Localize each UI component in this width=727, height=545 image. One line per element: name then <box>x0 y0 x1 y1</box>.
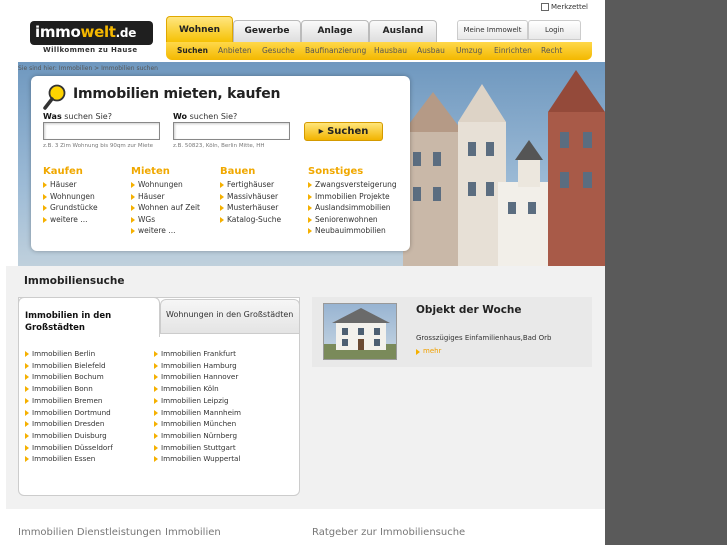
list-item[interactable]: Wohnungen <box>131 179 200 191</box>
login-button[interactable]: Login <box>528 20 581 40</box>
tab-wohnen[interactable]: Wohnen <box>166 16 233 43</box>
subnav-baufinanzierung[interactable]: Baufinanzierung <box>305 46 366 55</box>
city-link[interactable]: Immobilien Bonn <box>25 383 113 395</box>
tab-anlage[interactable]: Anlage <box>301 20 369 43</box>
city-link[interactable]: Immobilien Bochum <box>25 371 113 383</box>
column-mieten: Mieten Wohnungen Häuser Wohnen auf Zeit … <box>131 166 200 237</box>
city-link[interactable]: Immobilien Duisburg <box>25 430 113 442</box>
list-item[interactable]: Auslandsimmobilien <box>308 202 397 214</box>
list-item[interactable]: WGs <box>131 214 200 226</box>
tab-gewerbe[interactable]: Gewerbe <box>233 20 301 43</box>
city-link[interactable]: Immobilien Dresden <box>25 418 113 430</box>
merkzettel-link[interactable]: Merkzettel <box>541 3 588 11</box>
list-item[interactable]: Katalog-Suche <box>220 214 281 226</box>
column-kaufen: Kaufen Häuser Wohnungen Grundstücke weit… <box>43 166 98 225</box>
objekt-description[interactable]: Grosszügiges Einfamilienhaus,Bad Orb <box>416 334 551 342</box>
wo-hint: z.B. 50823, Köln, Berlin Mitte, HH <box>173 143 265 149</box>
objekt-more-link[interactable]: mehr <box>416 347 441 355</box>
list-item[interactable]: Immobilien Projekte <box>308 191 397 203</box>
list-item[interactable]: Grundstücke <box>43 202 98 214</box>
immowelt-logo[interactable]: immowelt.de <box>30 21 153 45</box>
list-item[interactable]: weitere ... <box>131 225 200 237</box>
merkzettel-label: Merkzettel <box>551 3 588 11</box>
main-navigation: Wohnen Gewerbe Anlage Ausland Meine Immo… <box>166 16 592 60</box>
sub-navigation: Suchen Anbieten Gesuche Baufinanzierung … <box>166 42 592 60</box>
column-heading[interactable]: Bauen <box>220 166 281 177</box>
list-item[interactable]: Seniorenwohnen <box>308 214 397 226</box>
wo-label: Wo suchen Sie? <box>173 112 238 121</box>
city-link[interactable]: Immobilien Köln <box>154 383 241 395</box>
logo-text-main: immo <box>35 23 81 41</box>
objekt-photo[interactable] <box>323 303 397 360</box>
list-item[interactable]: Wohnungen <box>43 191 98 203</box>
city-link[interactable]: Immobilien Nürnberg <box>154 430 241 442</box>
city-link[interactable]: Immobilien Hannover <box>154 371 241 383</box>
city-link[interactable]: Immobilien Frankfurt <box>154 348 241 360</box>
search-box: Immobilien mieten, kaufen Was suchen Sie… <box>31 76 410 251</box>
search-title: Immobilien mieten, kaufen <box>73 86 281 102</box>
search-button-label: Suchen <box>327 126 369 137</box>
list-item[interactable]: Massivhäuser <box>220 191 281 203</box>
subnav-ausbau[interactable]: Ausbau <box>417 46 445 55</box>
city-link[interactable]: Immobilien Leipzig <box>154 395 241 407</box>
city-link[interactable]: Immobilien Bielefeld <box>25 360 113 372</box>
subnav-einrichten[interactable]: Einrichten <box>494 46 532 55</box>
page-side-background <box>605 0 727 545</box>
subnav-umzug[interactable]: Umzug <box>456 46 482 55</box>
tab-immobilien-grossstaedte[interactable]: Immobilien in den Großstädten <box>18 297 160 337</box>
subnav-suchen[interactable]: Suchen <box>177 46 208 55</box>
footer-ratgeber: Ratgeber zur Immobiliensuche <box>312 527 466 538</box>
column-heading[interactable]: Sonstiges <box>308 166 397 177</box>
column-heading[interactable]: Mieten <box>131 166 200 177</box>
list-item[interactable]: Häuser <box>43 179 98 191</box>
city-link[interactable]: Immobilien Dortmund <box>25 407 113 419</box>
city-link[interactable]: Immobilien Hamburg <box>154 360 241 372</box>
city-list-right: Immobilien Frankfurt Immobilien Hamburg … <box>154 348 241 465</box>
list-item[interactable]: Musterhäuser <box>220 202 281 214</box>
list-item[interactable]: Häuser <box>131 191 200 203</box>
tab-label: Wohnungen in den Großstädten <box>166 310 294 319</box>
was-label: Was suchen Sie? <box>43 112 112 121</box>
list-item[interactable]: Wohnen auf Zeit <box>131 202 200 214</box>
tab-ausland[interactable]: Ausland <box>369 20 437 43</box>
subnav-gesuche[interactable]: Gesuche <box>262 46 295 55</box>
search-button[interactable]: ▸ Suchen <box>304 122 383 141</box>
column-sonstiges: Sonstiges Zwangsversteigerung Immobilien… <box>308 166 397 237</box>
logo-text-tld: .de <box>115 26 137 40</box>
list-item[interactable]: Fertighäuser <box>220 179 281 191</box>
city-link[interactable]: Immobilien Essen <box>25 453 113 465</box>
footer-immobilien: Immobilien <box>165 527 221 538</box>
meine-immowelt-button[interactable]: Meine Immowelt <box>457 20 528 40</box>
notepad-icon <box>541 3 549 11</box>
list-item[interactable]: Zwangsversteigerung <box>308 179 397 191</box>
list-item[interactable]: Neubauimmobilien <box>308 225 397 237</box>
city-list-left: Immobilien Berlin Immobilien Bielefeld I… <box>25 348 113 465</box>
was-input[interactable] <box>43 122 160 140</box>
breadcrumb: Sie sind hier: Immobilien > Immobilien s… <box>18 65 158 72</box>
logo-text-accent: welt <box>80 23 116 41</box>
tab-wohnungen-grossstaedte[interactable]: Wohnungen in den Großstädten <box>160 299 300 334</box>
city-link[interactable]: Immobilien Wuppertal <box>154 453 241 465</box>
city-link[interactable]: Immobilien Berlin <box>25 348 113 360</box>
city-link[interactable]: Immobilien Mannheim <box>154 407 241 419</box>
wo-input[interactable] <box>173 122 290 140</box>
tagline: Willkommen zu Hause <box>43 46 138 54</box>
city-link[interactable]: Immobilien München <box>154 418 241 430</box>
tab-label: Immobilien in den Großstädten <box>25 311 112 333</box>
subnav-recht[interactable]: Recht <box>541 46 562 55</box>
subnav-hausbau[interactable]: Hausbau <box>374 46 407 55</box>
list-item[interactable]: weitere ... <box>43 214 98 226</box>
objekt-title: Objekt der Woche <box>416 304 522 316</box>
city-link[interactable]: Immobilien Stuttgart <box>154 442 241 454</box>
column-heading[interactable]: Kaufen <box>43 166 98 177</box>
subnav-anbieten[interactable]: Anbieten <box>218 46 252 55</box>
column-bauen: Bauen Fertighäuser Massivhäuser Musterhä… <box>220 166 281 225</box>
city-link[interactable]: Immobilien Düsseldorf <box>25 442 113 454</box>
was-hint: z.B. 3 Zim Wohnung bis 90qm zur Miete <box>43 143 154 149</box>
immobiliensuche-title: Immobiliensuche <box>24 275 125 287</box>
magnifier-icon <box>43 84 66 110</box>
city-link[interactable]: Immobilien Bremen <box>25 395 113 407</box>
footer-dienstleistungen: Immobilien Dienstleistungen <box>18 527 162 538</box>
